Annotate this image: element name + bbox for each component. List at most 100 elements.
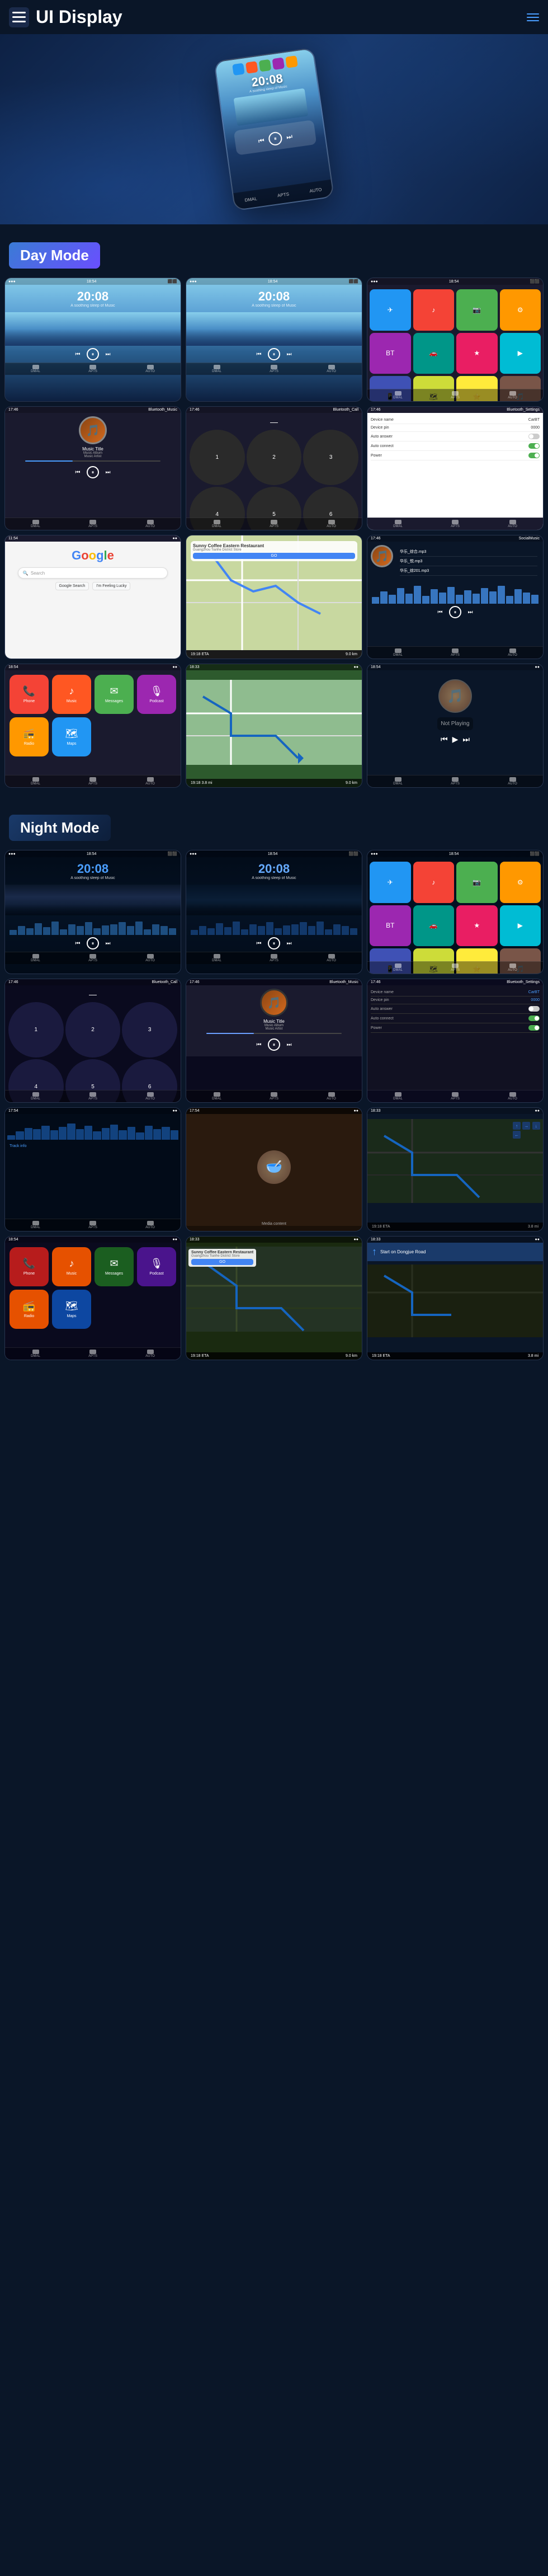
night-app-icon-4[interactable]: ⚙	[500, 862, 541, 903]
power-toggle[interactable]	[528, 453, 540, 458]
night-app-icon-7[interactable]: ★	[456, 905, 498, 947]
night-nav-eq-apts[interactable]: APTS	[88, 1221, 97, 1229]
notplay-play[interactable]: ▶	[452, 735, 459, 744]
nav-bt1-dmal[interactable]: DMAL	[31, 520, 40, 528]
nav-social-auto[interactable]: AUTO	[508, 648, 517, 657]
nav-item-dmal-1[interactable]: DMAL	[31, 365, 40, 373]
night-carplay-radio[interactable]: 📻Radio	[10, 1290, 49, 1329]
night-nav3-dmal[interactable]: DMAL	[393, 963, 403, 972]
nav-item-auto-1[interactable]: AUTO	[145, 365, 155, 373]
night-dir-left[interactable]: ←	[513, 1131, 521, 1139]
prev-btn-1[interactable]: ⏮	[73, 350, 82, 359]
nav-btcall-apts[interactable]: APTS	[270, 520, 278, 528]
night-nav2-auto[interactable]: AUTO	[327, 954, 336, 962]
hero-play-button[interactable]: ⏸	[268, 131, 283, 146]
social-track-3[interactable]: 华乐_综201.mp3	[400, 566, 537, 576]
nav-item-apts-3[interactable]: APTS	[451, 391, 460, 399]
setting-power[interactable]: Power	[371, 451, 540, 460]
social-track-1[interactable]: 华乐_综合.mp3	[400, 547, 537, 557]
night-nav1-auto[interactable]: AUTO	[145, 954, 155, 962]
nav-item-apts-2[interactable]: APTS	[270, 365, 278, 373]
nav-carplay-auto[interactable]: AUTO	[145, 777, 155, 786]
night-power-toggle[interactable]	[528, 1025, 540, 1031]
nav-social-dmal[interactable]: DMAL	[393, 648, 403, 657]
night-nav-btsettings-dmal[interactable]: DMAL	[393, 1092, 403, 1101]
night-bt-next[interactable]: ⏭	[285, 1040, 294, 1049]
night-carplay-msg[interactable]: ✉Messages	[95, 1247, 134, 1286]
carplay-music[interactable]: ♪Music	[52, 675, 91, 714]
app-icon-music[interactable]: ♪	[413, 289, 455, 331]
nav-btsettings-dmal[interactable]: DMAL	[393, 520, 403, 528]
app-icon-settings[interactable]: ⚙	[500, 289, 541, 331]
prev-btn-2[interactable]: ⏮	[254, 350, 263, 359]
nav-carplay-apts[interactable]: APTS	[88, 777, 97, 786]
night-nav-btcall-apts[interactable]: APTS	[88, 1092, 97, 1101]
play-btn-2[interactable]: ⏸	[268, 348, 280, 360]
carplay-msg[interactable]: ✉Messages	[95, 675, 134, 714]
night-play-2[interactable]: ⏸	[268, 937, 280, 949]
night-nav-btmusic-dmal[interactable]: DMAL	[212, 1092, 221, 1101]
social-play[interactable]: ⏸	[449, 606, 461, 618]
carplay-phone[interactable]: 📞Phone	[10, 675, 49, 714]
night-nav2-apts[interactable]: APTS	[270, 954, 278, 962]
night-nav-cp-auto[interactable]: AUTO	[145, 1350, 155, 1358]
nav-apts[interactable]: APTS	[277, 191, 290, 198]
setting-auto-connect[interactable]: Auto connect	[371, 441, 540, 451]
bt-next[interactable]: ⏭	[103, 468, 112, 477]
notplay-next[interactable]: ⏭	[462, 735, 470, 744]
night-dir-up[interactable]: ↑	[513, 1122, 521, 1130]
setting-auto-answer[interactable]: Auto answer	[371, 432, 540, 441]
night-bt-play[interactable]: ⏸	[268, 1038, 280, 1051]
map-go-button[interactable]: GO	[193, 553, 355, 559]
night-app-icon-2[interactable]: ♪	[413, 862, 455, 903]
dial-1[interactable]: 1	[190, 430, 245, 485]
app-icon-bt[interactable]: BT	[370, 333, 411, 374]
nav-bt1-auto[interactable]: AUTO	[145, 520, 155, 528]
night-app-icon-3[interactable]: 📷	[456, 862, 498, 903]
night-nav-cp-apts[interactable]: APTS	[88, 1350, 97, 1358]
nav-item-dmal-2[interactable]: DMAL	[212, 365, 221, 373]
nav-carplay-dmal[interactable]: DMAL	[31, 777, 40, 786]
night-carplay-phone[interactable]: 📞Phone	[10, 1247, 49, 1286]
night-app-icon-6[interactable]: 🚗	[413, 905, 455, 947]
night-next-1[interactable]: ⏭	[103, 939, 112, 948]
night-nav3-auto[interactable]: AUTO	[508, 963, 517, 972]
nav-btcall-auto[interactable]: AUTO	[327, 520, 336, 528]
night-nav1-dmal[interactable]: DMAL	[31, 954, 40, 962]
night-auto-connect-toggle[interactable]	[528, 1016, 540, 1021]
app-icon-app4[interactable]: ▶	[500, 333, 541, 374]
google-search-btn[interactable]: Google Search	[55, 582, 89, 590]
menu-icon[interactable]	[9, 7, 29, 27]
play-btn-1[interactable]: ⏸	[87, 348, 99, 360]
night-nav-eq-dmal[interactable]: DMAL	[31, 1221, 40, 1229]
night-nav-btsettings-auto[interactable]: AUTO	[508, 1092, 517, 1101]
night-dir-down[interactable]: ↓	[532, 1122, 540, 1130]
night-bt-prev[interactable]: ⏮	[254, 1040, 263, 1049]
carplay-maps[interactable]: 🗺Maps	[52, 717, 91, 756]
night-nav-btcall-auto[interactable]: AUTO	[145, 1092, 155, 1101]
nav-notplay-auto[interactable]: AUTO	[508, 777, 517, 786]
bt-play[interactable]: ⏸	[87, 466, 99, 478]
night-nav-eq-auto[interactable]: AUTO	[145, 1221, 155, 1229]
night-nav-btcall-dmal[interactable]: DMAL	[31, 1092, 40, 1101]
night-nav-btmusic-auto[interactable]: AUTO	[327, 1092, 336, 1101]
night-dial-3[interactable]: 3	[122, 1002, 177, 1057]
nav-item-auto-2[interactable]: AUTO	[327, 365, 336, 373]
night-auto-answer-toggle[interactable]	[528, 1006, 540, 1012]
night-dial-1[interactable]: 1	[8, 1002, 64, 1057]
app-icon-photo[interactable]: 📷	[456, 289, 498, 331]
night-carplay-maps[interactable]: 🗺Maps	[52, 1290, 91, 1329]
notplay-prev[interactable]: ⏮	[441, 735, 448, 744]
dial-2[interactable]: 2	[247, 430, 302, 485]
night-prev-1[interactable]: ⏮	[73, 939, 82, 948]
nav-item-auto-3[interactable]: AUTO	[508, 391, 517, 399]
google-lucky-btn[interactable]: I'm Feeling Lucky	[92, 582, 130, 590]
night-dial-2[interactable]: 2	[65, 1002, 121, 1057]
night-carplay-podcast[interactable]: 🎙Podcast	[137, 1247, 176, 1286]
dial-3[interactable]: 3	[303, 430, 358, 485]
bt-prev[interactable]: ⏮	[73, 468, 82, 477]
nav-item-dmal-3[interactable]: DMAL	[393, 391, 403, 399]
night-setting-power[interactable]: Power	[371, 1023, 540, 1033]
hamburger-icon[interactable]	[527, 13, 539, 21]
nav-notplay-dmal[interactable]: DMAL	[393, 777, 403, 786]
